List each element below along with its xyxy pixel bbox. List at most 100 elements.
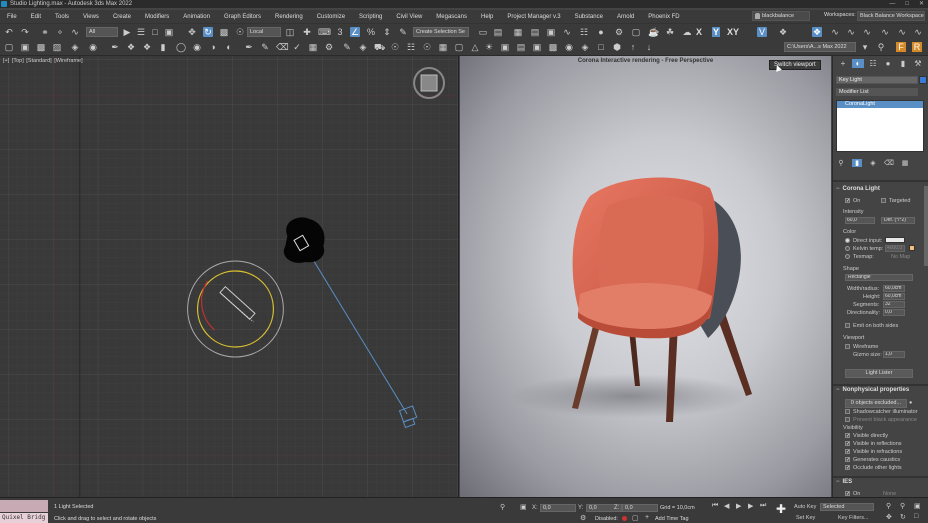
corona-tool-6-icon[interactable]: ∿ [880, 27, 890, 37]
menu-graph-editors[interactable]: Graph Editors [217, 14, 268, 20]
material-editor-icon[interactable]: ● [596, 27, 606, 37]
light-color-swatch[interactable] [885, 237, 905, 243]
tab-motion-icon[interactable]: ● [882, 59, 894, 68]
corona-tool-4-icon[interactable]: ∿ [846, 27, 856, 37]
project-path-field[interactable]: C:\Users\A...s Max 2022 [784, 42, 856, 52]
menu-customize[interactable]: Customize [310, 14, 352, 20]
lock-selection-icon[interactable]: ⚲ [500, 503, 505, 511]
box-icon[interactable]: ▢ [4, 42, 14, 52]
play-icon[interactable]: ▶ [736, 502, 741, 510]
viewport-label[interactable]: [+] [Top] [Standard] [Wireframe] [3, 58, 84, 64]
cylinder-icon[interactable]: ▩ [36, 42, 46, 52]
align-icon[interactable]: ▤ [493, 27, 503, 37]
render-setup-icon[interactable]: ⚙ [614, 27, 624, 37]
tool-a-icon[interactable]: ✎ [342, 42, 352, 52]
layer-explorer-icon[interactable]: ▤ [530, 27, 540, 37]
menu-help[interactable]: Help [474, 14, 500, 20]
object-name-field[interactable]: Key Light [836, 76, 918, 84]
zoom-extents-icon[interactable]: ▣ [914, 502, 921, 510]
prev-frame-icon[interactable]: ◀ [724, 502, 729, 510]
maxscript-mini-listener[interactable] [0, 500, 48, 512]
minimize-icon[interactable]: — [889, 0, 895, 8]
angle-snap-icon[interactable]: ∠ [350, 27, 360, 37]
corona-tool-2-icon[interactable]: ❖ [812, 27, 822, 37]
light-lister-button[interactable]: Light Lister [845, 369, 913, 378]
orbit-icon[interactable]: ↻ [900, 513, 906, 521]
z-coord-field[interactable]: 0,0 [622, 504, 658, 512]
scene-explorer-icon[interactable]: ▦ [513, 27, 523, 37]
visible-directly-checkbox[interactable] [845, 433, 850, 438]
tool-f-icon[interactable]: ▢ [454, 42, 464, 52]
show-end-result-icon[interactable]: ▮ [852, 158, 862, 167]
window-crossing-icon[interactable]: ▣ [164, 27, 174, 37]
menu-file[interactable]: File [0, 14, 24, 20]
tool-g-icon[interactable]: △ [470, 42, 480, 52]
layers-icon[interactable]: ◈ [70, 42, 80, 52]
panel-scrollbar[interactable] [924, 186, 928, 266]
maximize-viewport-icon[interactable]: □ [914, 513, 918, 520]
schematic-view-icon[interactable]: ☷ [579, 27, 589, 37]
tool-k-icon[interactable]: □ [596, 42, 606, 52]
close-icon[interactable]: ✕ [919, 0, 924, 8]
record-icon[interactable] [622, 516, 627, 521]
move-icon[interactable]: ✥ [187, 27, 197, 37]
bind-space-warp-icon[interactable]: ∿ [70, 27, 80, 37]
redo-icon[interactable]: ↷ [20, 27, 30, 37]
visible-reflections-checkbox[interactable] [845, 441, 850, 446]
direct-input-radio[interactable] [845, 238, 850, 243]
set-key-button[interactable]: Set Key [796, 515, 815, 521]
menu-phoenix-fd[interactable]: Phoenix FD [641, 14, 686, 20]
stack-icon[interactable]: ◉ [88, 42, 98, 52]
render-cloud-icon[interactable]: ☁ [682, 27, 692, 37]
menu-modifiers[interactable]: Modifiers [138, 14, 176, 20]
width-spinner[interactable]: 60,0cm [883, 285, 905, 292]
menu-project-manager[interactable]: Project Manager v.3 [500, 14, 567, 20]
mirror-icon[interactable]: ▭ [478, 27, 488, 37]
kelvin-temp-spinner[interactable]: 4000,0 [885, 245, 905, 252]
render-production-icon[interactable]: ☕ [648, 27, 659, 37]
railclone-pack-icon[interactable]: R [912, 42, 922, 52]
viewport-shading-wireframe[interactable]: [Wireframe] [54, 58, 82, 64]
object-color-swatch[interactable] [919, 76, 927, 84]
menu-create[interactable]: Create [106, 14, 138, 20]
scatter-icon[interactable]: ❖ [126, 42, 136, 52]
curve-editor-icon[interactable]: ∿ [562, 27, 572, 37]
viewport-top[interactable]: [+] [Top] [Standard] [Wireframe] [0, 56, 459, 497]
next-frame-icon[interactable]: ▶ [748, 502, 753, 510]
image-icon[interactable]: ▤ [516, 42, 526, 52]
menu-rendering[interactable]: Rendering [268, 14, 310, 20]
edit-named-selection-icon[interactable]: ✎ [398, 27, 408, 37]
goto-start-icon[interactable]: ⏮ [712, 502, 718, 510]
user-account-dropdown[interactable]: blackbalance [752, 11, 810, 21]
height-spinner[interactable]: 60,0cm [883, 293, 905, 300]
corona-tool-1-icon[interactable]: ❖ [778, 27, 788, 37]
snaps-toggle-icon[interactable]: 3 [335, 27, 345, 37]
excluded-objects-button[interactable]: 0 objects excluded... [845, 399, 907, 408]
shadowcatcher-checkbox[interactable] [845, 409, 850, 414]
transform-3-icon[interactable]: ◑ [208, 42, 218, 52]
path-options-icon[interactable]: ▾ [860, 42, 870, 52]
menu-tools[interactable]: Tools [48, 14, 76, 20]
placement-icon[interactable]: ☉ [235, 27, 245, 37]
corona-tool-8-icon[interactable]: ∿ [913, 27, 923, 37]
remove-modifier-icon[interactable]: ⌫ [884, 159, 894, 167]
key-mode-dropdown[interactable]: Selected [820, 503, 874, 511]
tool-h-icon[interactable]: ▣ [532, 42, 542, 52]
tab-create-icon[interactable]: + [837, 59, 849, 68]
camera-icon[interactable]: ▣ [500, 42, 510, 52]
settings-icon[interactable]: ⚙ [324, 42, 334, 52]
configure-sets-icon[interactable]: ▦ [900, 159, 910, 167]
tool-d-icon[interactable]: ☉ [422, 42, 432, 52]
tool-l-icon[interactable]: ⬢ [612, 42, 622, 52]
time-tag-icon[interactable]: ▢ [632, 514, 639, 522]
tab-utilities-icon[interactable]: ⚒ [912, 59, 924, 68]
menu-megascans[interactable]: Megascans [429, 14, 474, 20]
rollout-corona-light[interactable]: Corona Light [836, 186, 880, 192]
texmap-radio[interactable] [845, 254, 850, 259]
delete-icon[interactable]: ⌫ [276, 42, 289, 52]
rect-selection-icon[interactable]: □ [150, 27, 160, 37]
rotate-icon[interactable]: ↻ [203, 27, 213, 37]
pin-icon[interactable]: ⚲ [876, 42, 886, 52]
stack-item-coronalight[interactable]: CoronaLight [837, 101, 923, 108]
emit-both-sides-checkbox[interactable] [845, 323, 850, 328]
